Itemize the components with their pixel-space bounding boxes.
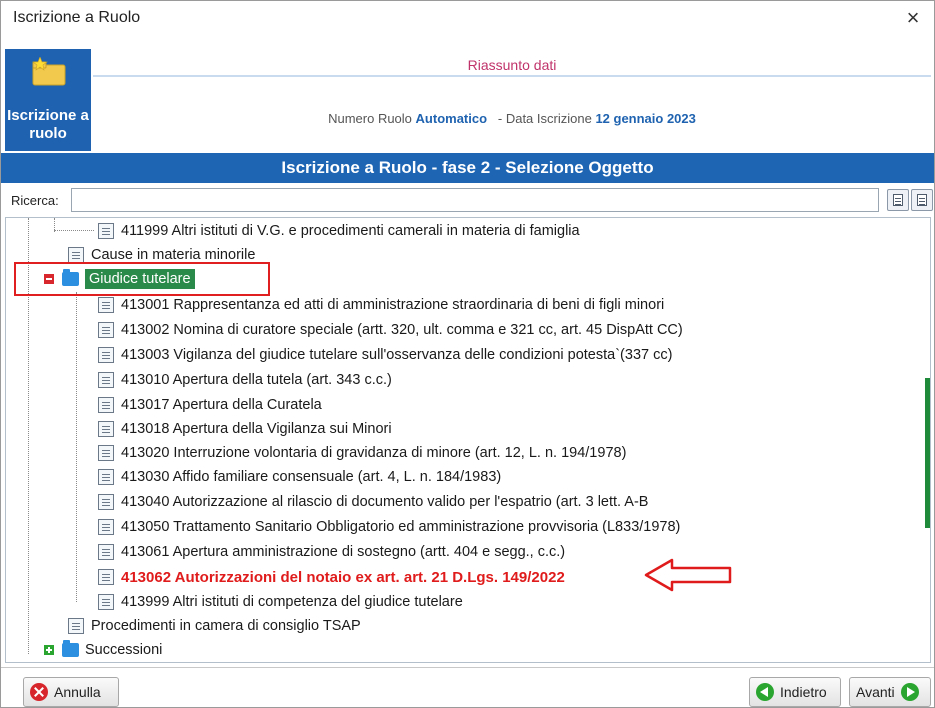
document-icon bbox=[98, 347, 114, 363]
tree-item-label: Cause in materia minorile bbox=[91, 247, 256, 263]
tree-guide-line bbox=[54, 230, 94, 231]
numero-ruolo-label: Numero Ruolo bbox=[328, 111, 412, 126]
document-icon bbox=[98, 594, 114, 610]
folder-star-icon bbox=[32, 57, 66, 86]
scrollbar-thumb[interactable] bbox=[925, 378, 930, 528]
collapse-icon[interactable] bbox=[44, 274, 54, 284]
avanti-label: Avanti bbox=[856, 684, 895, 700]
left-arrow-annotation bbox=[644, 558, 732, 592]
tree-item-giudice-tutelare[interactable]: Giudice tutelare bbox=[44, 268, 195, 290]
subject-tree[interactable]: 411999 Altri istituti di V.G. e procedim… bbox=[5, 217, 931, 663]
window-title: Iscrizione a Ruolo bbox=[13, 9, 141, 26]
tree-icon bbox=[917, 194, 927, 206]
folder-icon bbox=[62, 269, 79, 286]
tree-item-successioni[interactable]: Successioni bbox=[44, 639, 162, 661]
phase-title: Iscrizione a Ruolo - fase 2 - Selezione … bbox=[1, 153, 934, 183]
tree-item-413017[interactable]: 413017 Apertura della Curatela bbox=[98, 394, 322, 416]
summary-header: Iscrizione a ruolo Riassunto dati Numero… bbox=[1, 45, 934, 153]
tree-item-label: 413003 Vigilanza del giudice tutelare su… bbox=[121, 347, 673, 363]
tree-item-413999[interactable]: 413999 Altri istituti di competenza del … bbox=[98, 591, 463, 613]
document-icon bbox=[98, 297, 114, 313]
tree-view-button[interactable] bbox=[911, 189, 933, 211]
annulla-button[interactable]: Annulla bbox=[23, 677, 119, 707]
data-iscrizione-label: - Data Iscrizione bbox=[497, 111, 592, 126]
back-arrow-icon bbox=[756, 683, 774, 701]
tree-item-label: 413017 Apertura della Curatela bbox=[121, 397, 322, 413]
tree-item-413018[interactable]: 413018 Apertura della Vigilanza sui Mino… bbox=[98, 418, 392, 440]
avanti-button[interactable]: Avanti bbox=[849, 677, 931, 707]
close-icon[interactable]: × bbox=[900, 5, 926, 31]
document-icon bbox=[98, 519, 114, 535]
search-input[interactable] bbox=[71, 188, 879, 212]
document-icon bbox=[98, 569, 114, 585]
document-icon bbox=[68, 618, 84, 634]
tree-item-label: 411999 Altri istituti di V.G. e procedim… bbox=[121, 223, 580, 239]
document-icon bbox=[98, 445, 114, 461]
tree-item-413002[interactable]: 413002 Nomina di curatore speciale (artt… bbox=[98, 319, 683, 341]
tile-label: Iscrizione a ruolo bbox=[7, 107, 89, 142]
tree-item-411999[interactable]: 411999 Altri istituti di V.G. e procedim… bbox=[98, 220, 580, 242]
tree-item-label: 413999 Altri istituti di competenza del … bbox=[121, 594, 463, 610]
tree-item-413062[interactable]: 413062 Autorizzazioni del notaio ex art.… bbox=[98, 566, 565, 588]
document-icon bbox=[98, 544, 114, 560]
title-bar: Iscrizione a Ruolo × bbox=[1, 1, 934, 35]
tree-guide-line bbox=[76, 292, 77, 602]
tree-item-413010[interactable]: 413010 Apertura della tutela (art. 343 c… bbox=[98, 369, 392, 391]
tree-item-label: 413050 Trattamento Sanitario Obbligatori… bbox=[121, 519, 681, 535]
folder-icon bbox=[62, 640, 79, 657]
search-label: Ricerca: bbox=[11, 192, 59, 208]
tree-item-tsap[interactable]: Procedimenti in camera di consiglio TSAP bbox=[68, 615, 361, 637]
tree-item-label: 413030 Affido familiare consensuale (art… bbox=[121, 469, 502, 485]
tree-item-label: 413040 Autorizzazione al rilascio di doc… bbox=[121, 494, 649, 510]
document-icon bbox=[98, 494, 114, 510]
tree-item-label: 413062 Autorizzazioni del notaio ex art.… bbox=[121, 568, 565, 586]
document-icon bbox=[98, 322, 114, 338]
tree-item-label: Procedimenti in camera di consiglio TSAP bbox=[91, 618, 361, 634]
document-icon bbox=[98, 397, 114, 413]
document-icon bbox=[98, 469, 114, 485]
tree-item-413050[interactable]: 413050 Trattamento Sanitario Obbligatori… bbox=[98, 516, 680, 538]
tree-item-413001[interactable]: 413001 Rappresentanza ed atti di amminis… bbox=[98, 294, 664, 316]
data-iscrizione-value: 12 gennaio 2023 bbox=[595, 111, 696, 126]
indietro-label: Indietro bbox=[780, 684, 827, 700]
tree-item-413061[interactable]: 413061 Apertura amministrazione di soste… bbox=[98, 541, 565, 563]
document-icon bbox=[98, 223, 114, 239]
list-icon bbox=[893, 194, 903, 206]
tree-item-label: 413018 Apertura della Vigilanza sui Mino… bbox=[121, 421, 392, 437]
forward-arrow-icon bbox=[900, 683, 919, 701]
footer-divider bbox=[1, 667, 934, 668]
document-icon bbox=[98, 421, 114, 437]
annulla-label: Annulla bbox=[54, 684, 101, 700]
cancel-icon bbox=[30, 683, 48, 701]
ruolo-info: Numero Ruolo Automatico - Data Iscrizion… bbox=[93, 111, 931, 126]
tree-item-label: 413001 Rappresentanza ed atti di amminis… bbox=[121, 297, 665, 313]
iscrizione-tile: Iscrizione a ruolo bbox=[5, 49, 91, 151]
search-row: Ricerca: bbox=[1, 186, 934, 214]
header-divider bbox=[93, 75, 931, 77]
numero-ruolo-value: Automatico bbox=[415, 111, 488, 126]
tree-item-label: 413010 Apertura della tutela (art. 343 c… bbox=[121, 372, 392, 388]
riassunto-title: Riassunto dati bbox=[467, 57, 557, 73]
tree-item-label: Giudice tutelare bbox=[85, 269, 195, 289]
document-icon bbox=[98, 372, 114, 388]
tree-item-413020[interactable]: 413020 Interruzione volontaria di gravid… bbox=[98, 442, 626, 464]
indietro-button[interactable]: Indietro bbox=[749, 677, 841, 707]
tree-item-label: 413002 Nomina di curatore speciale (artt… bbox=[121, 322, 683, 338]
tree-item-413040[interactable]: 413040 Autorizzazione al rilascio di doc… bbox=[98, 491, 648, 513]
tree-item-413003[interactable]: 413003 Vigilanza del giudice tutelare su… bbox=[98, 344, 672, 366]
tree-item-413030[interactable]: 413030 Affido familiare consensuale (art… bbox=[98, 466, 501, 488]
tree-item-label: 413020 Interruzione volontaria di gravid… bbox=[121, 445, 627, 461]
expand-icon[interactable] bbox=[44, 645, 54, 655]
tree-item-label: Successioni bbox=[85, 642, 163, 658]
tree-item-label: 413061 Apertura amministrazione di soste… bbox=[121, 544, 566, 560]
dialog-window: Iscrizione a Ruolo × Iscrizione a ruolo … bbox=[0, 0, 935, 708]
document-icon bbox=[68, 247, 84, 263]
list-view-button[interactable] bbox=[887, 189, 909, 211]
